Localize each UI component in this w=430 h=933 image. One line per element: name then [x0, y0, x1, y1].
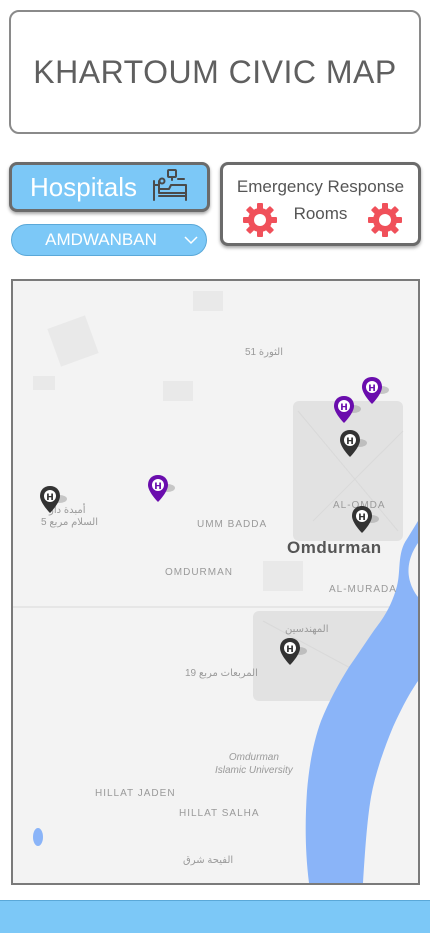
svg-text:H: H [46, 493, 54, 503]
area-dropdown[interactable]: AMDWANBAN [11, 224, 207, 256]
map-base [13, 281, 418, 883]
area-dropdown-value: AMDWANBAN [45, 230, 157, 249]
svg-text:H: H [368, 384, 376, 394]
svg-text:H: H [286, 645, 294, 655]
map-label: OMDURMAN [165, 567, 233, 578]
map-label-city: Omdurman [287, 538, 382, 557]
hospital-pin[interactable]: H [361, 376, 389, 406]
hospitals-button[interactable]: Hospitals [9, 162, 210, 212]
svg-text:H: H [346, 437, 354, 447]
map-label: السلام مربع 5 [41, 517, 99, 528]
map-label-university: Omdurman Islamic University [215, 752, 293, 776]
map-label: الثورة 51 [245, 347, 283, 358]
hospital-pin[interactable]: H [279, 637, 307, 667]
svg-text:H: H [340, 403, 348, 413]
hospital-bed-icon [151, 167, 189, 208]
chevron-down-icon [176, 235, 206, 245]
page-title: KHARTOUM CIVIC MAP [33, 53, 397, 90]
hospital-pin[interactable]: H [333, 395, 361, 425]
map-label: HILLAT JADEN [95, 788, 176, 799]
svg-text:H: H [154, 482, 162, 492]
emergency-label-line1: Emergency Response [236, 177, 405, 196]
map-label: المربعات مربع 19 [185, 668, 258, 679]
gear-icon [241, 201, 279, 244]
emergency-response-button[interactable]: Emergency Response Rooms [220, 162, 421, 246]
hospital-pin[interactable]: H [351, 505, 379, 535]
hospitals-button-label: Hospitals [30, 171, 137, 202]
hospital-pin[interactable]: H [39, 485, 67, 515]
bottom-bar [0, 900, 430, 933]
hospital-pin[interactable]: H [147, 474, 175, 504]
hospital-pin[interactable]: H [339, 429, 367, 459]
map-label: AL-MURADA [329, 584, 397, 595]
map-label: الفيحة شرق [183, 855, 234, 866]
gear-icon [366, 201, 404, 244]
map-label: HILLAT SALHA [179, 808, 260, 819]
title-box: KHARTOUM CIVIC MAP [9, 10, 421, 134]
svg-text:H: H [358, 513, 366, 523]
map-view[interactable]: الثورة 51 UMM BADDA OMDURMAN Omdurman AL… [11, 279, 420, 885]
map-label: المهندسين [285, 624, 329, 635]
map-label: UMM BADDA [197, 519, 268, 530]
